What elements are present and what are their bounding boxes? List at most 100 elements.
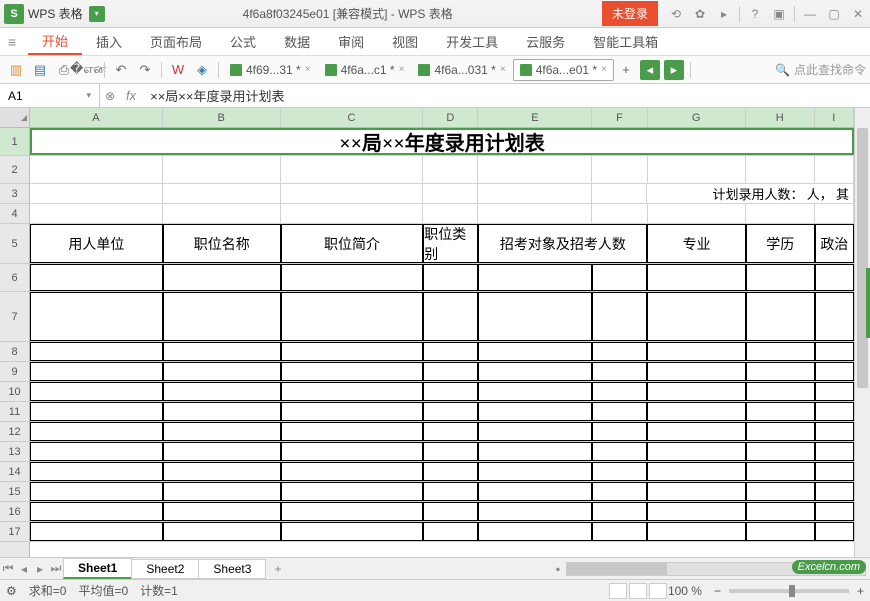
- col-header[interactable]: B: [163, 108, 281, 127]
- row-header[interactable]: 11: [0, 402, 29, 422]
- menu-hamburger-icon[interactable]: ≡: [8, 34, 28, 50]
- sheet-nav-prev-icon[interactable]: ◂: [16, 562, 32, 576]
- sheet-tab[interactable]: Sheet3: [198, 559, 266, 579]
- col-header[interactable]: C: [281, 108, 424, 127]
- row-header[interactable]: 3: [0, 184, 29, 204]
- row-header[interactable]: 14: [0, 462, 29, 482]
- slider-thumb[interactable]: [789, 585, 795, 597]
- row-header[interactable]: 15: [0, 482, 29, 502]
- view-reader-icon[interactable]: [649, 583, 667, 599]
- col-header[interactable]: E: [478, 108, 592, 127]
- close-icon[interactable]: ×: [601, 64, 607, 75]
- col-header[interactable]: F: [592, 108, 647, 127]
- zoom-level[interactable]: 100 %: [668, 584, 702, 598]
- row-header[interactable]: 17: [0, 522, 29, 542]
- cell-reference[interactable]: A1▾: [0, 84, 100, 107]
- view-normal-icon[interactable]: [609, 583, 627, 599]
- maximize-button[interactable]: ▢: [825, 5, 843, 23]
- row-header[interactable]: 9: [0, 362, 29, 382]
- fx-icon[interactable]: fx: [120, 88, 142, 103]
- doc-tab-2[interactable]: 4f6a...031 *×: [411, 59, 512, 81]
- row-header[interactable]: 8: [0, 342, 29, 362]
- plan-note[interactable]: 计划录用人数： 人， 其: [647, 184, 854, 203]
- col-header-cell[interactable]: 职位类别: [423, 224, 478, 263]
- undo-icon[interactable]: ↶: [111, 60, 131, 80]
- wps-w-icon[interactable]: W: [168, 60, 188, 80]
- status-settings-icon[interactable]: ⚙: [6, 584, 17, 598]
- row-header[interactable]: 7: [0, 292, 29, 342]
- row-header[interactable]: 16: [0, 502, 29, 522]
- menu-insert[interactable]: 插入: [82, 28, 136, 55]
- save-icon[interactable]: ▤: [30, 60, 50, 80]
- scrollbar-thumb[interactable]: [567, 563, 667, 575]
- vertical-scrollbar[interactable]: [854, 108, 870, 557]
- fx-cancel-icon[interactable]: ⊗: [100, 89, 120, 103]
- doc-tab-0[interactable]: 4f69...31 *×: [223, 59, 318, 81]
- menu-smarttools[interactable]: 智能工具箱: [579, 28, 672, 55]
- menu-dev[interactable]: 开发工具: [432, 28, 512, 55]
- doc-tab-3[interactable]: 4f6a...e01 *×: [513, 59, 614, 81]
- col-header-cell[interactable]: 用人单位: [30, 224, 163, 263]
- settings-icon[interactable]: ✿: [691, 5, 709, 23]
- ribbon-toggle-icon[interactable]: ▣: [770, 5, 788, 23]
- close-icon[interactable]: ×: [399, 64, 405, 75]
- cube-icon[interactable]: ◈: [192, 60, 212, 80]
- col-header-cell[interactable]: 招考对象及招考人数: [478, 224, 647, 263]
- menu-data[interactable]: 数据: [270, 28, 324, 55]
- menu-start[interactable]: 开始: [28, 28, 82, 55]
- row-header[interactable]: 4: [0, 204, 29, 224]
- doc-tab-1[interactable]: 4f6a...c1 *×: [318, 59, 412, 81]
- row-header[interactable]: 10: [0, 382, 29, 402]
- app-menu-drop[interactable]: ▾: [89, 6, 105, 22]
- row-header[interactable]: 12: [0, 422, 29, 442]
- row-header[interactable]: 1: [0, 128, 29, 156]
- hscroll-config-icon[interactable]: ▪: [550, 562, 566, 576]
- add-sheet-icon[interactable]: +: [266, 562, 289, 576]
- row-header[interactable]: 13: [0, 442, 29, 462]
- open-icon[interactable]: ▥: [6, 60, 26, 80]
- view-pagebreak-icon[interactable]: [629, 583, 647, 599]
- menu-formula[interactable]: 公式: [216, 28, 270, 55]
- sheet-tab[interactable]: Sheet2: [131, 559, 199, 579]
- sheet-nav-last-icon[interactable]: ⏭: [48, 561, 64, 576]
- close-button[interactable]: ✕: [849, 5, 867, 23]
- side-panel-handle[interactable]: [866, 268, 870, 338]
- sheet-nav-next-icon[interactable]: ▸: [32, 562, 48, 576]
- col-header[interactable]: G: [648, 108, 746, 127]
- col-header-cell[interactable]: 专业: [647, 224, 745, 263]
- sheet-tab[interactable]: Sheet1: [63, 558, 132, 579]
- col-header-cell[interactable]: 政治: [815, 224, 854, 263]
- tab-nav-prev-icon[interactable]: ◂: [640, 60, 660, 80]
- select-all-corner[interactable]: [0, 108, 29, 128]
- col-header-cell[interactable]: 职位名称: [163, 224, 281, 263]
- row-header[interactable]: 5: [0, 224, 29, 264]
- close-icon[interactable]: ×: [500, 64, 506, 75]
- sync-icon[interactable]: ⟲: [667, 5, 685, 23]
- close-icon[interactable]: ×: [305, 64, 311, 75]
- tab-nav-next-icon[interactable]: ▸: [664, 60, 684, 80]
- scrollbar-thumb[interactable]: [857, 128, 868, 388]
- menu-review[interactable]: 审阅: [324, 28, 378, 55]
- minimize-button[interactable]: —: [801, 5, 819, 23]
- col-header[interactable]: H: [746, 108, 815, 127]
- formula-input[interactable]: ××局××年度录用计划表: [142, 86, 870, 105]
- help-icon[interactable]: ?: [746, 5, 764, 23]
- add-tab-icon[interactable]: +: [616, 60, 636, 80]
- zoom-in-icon[interactable]: +: [857, 584, 864, 598]
- menu-pagelayout[interactable]: 页面布局: [136, 28, 216, 55]
- row-header[interactable]: 6: [0, 264, 29, 292]
- preview-icon[interactable]: �என: [78, 60, 98, 80]
- col-header-cell[interactable]: 职位简介: [281, 224, 424, 263]
- zoom-slider[interactable]: [729, 589, 849, 593]
- menu-cloud[interactable]: 云服务: [512, 28, 579, 55]
- zoom-out-icon[interactable]: −: [714, 584, 721, 598]
- menu-view[interactable]: 视图: [378, 28, 432, 55]
- login-button[interactable]: 未登录: [602, 1, 658, 26]
- row-header[interactable]: 2: [0, 156, 29, 184]
- cells-area[interactable]: ××局××年度录用计划表 计划录用人数： 人， 其 用人单位 职位名称 职位简介…: [30, 128, 854, 542]
- redo-icon[interactable]: ↷: [135, 60, 155, 80]
- col-header[interactable]: A: [30, 108, 163, 127]
- title-cell[interactable]: ××局××年度录用计划表: [30, 128, 854, 155]
- sheet-nav-first-icon[interactable]: ⏮: [0, 561, 16, 576]
- col-header-cell[interactable]: 学历: [746, 224, 815, 263]
